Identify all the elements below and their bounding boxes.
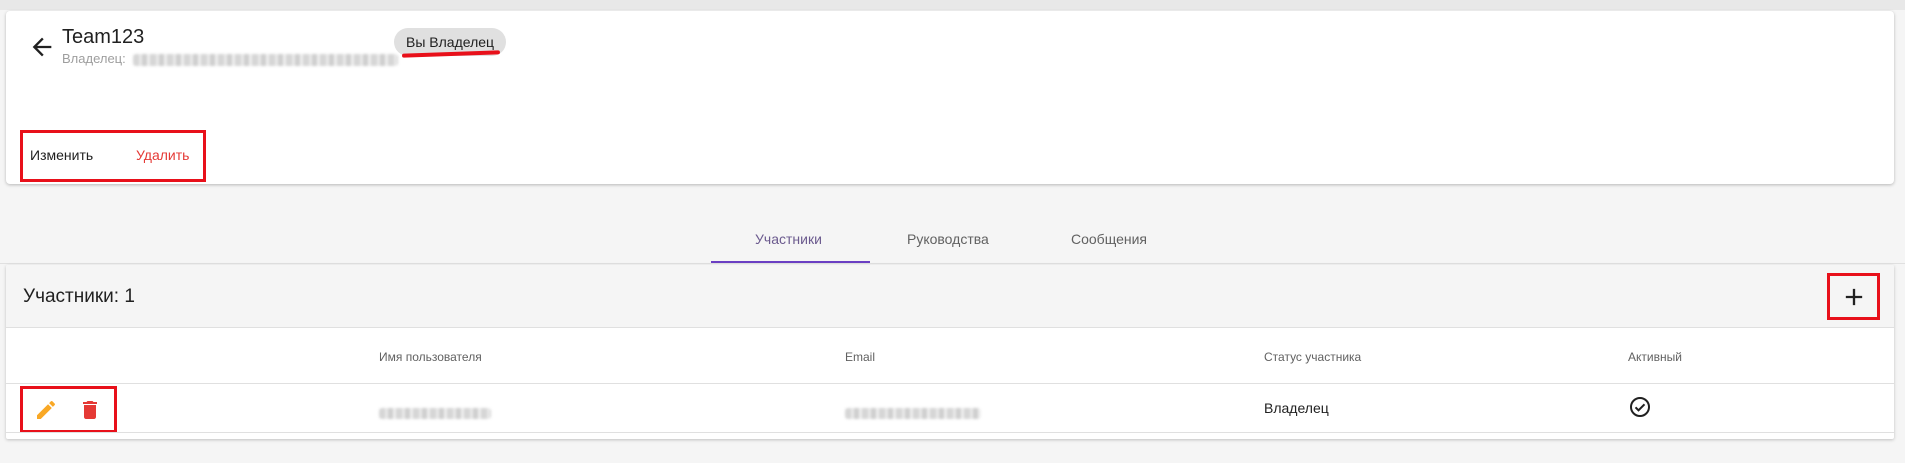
owner-line: Владелец: xyxy=(62,51,399,66)
tabs-divider xyxy=(0,263,1905,264)
top-strip xyxy=(0,0,1905,10)
header-row-divider xyxy=(6,383,1894,384)
active-tab-indicator xyxy=(711,261,870,263)
pencil-icon[interactable] xyxy=(34,398,58,422)
row-divider xyxy=(6,432,1894,433)
tab-guides[interactable]: Руководства xyxy=(907,231,989,247)
email-redacted xyxy=(845,408,981,419)
back-arrow-icon[interactable] xyxy=(28,33,56,61)
check-circle-icon xyxy=(1630,397,1650,417)
team-name: Team123 xyxy=(62,26,145,48)
tab-messages[interactable]: Сообщения xyxy=(1071,231,1147,247)
owner-label: Владелец: xyxy=(62,51,126,66)
members-count-title: Участники: 1 xyxy=(23,286,135,307)
members-card: Участники: 1 Имя пользователя Email Стат… xyxy=(6,265,1894,439)
column-member-status[interactable]: Статус участника xyxy=(1264,350,1361,364)
column-email[interactable]: Email xyxy=(845,350,875,364)
username-redacted xyxy=(379,408,491,419)
tab-members[interactable]: Участники xyxy=(755,231,822,247)
column-username[interactable]: Имя пользователя xyxy=(379,350,482,364)
team-card: Team123 Владелец: Вы Владелец Изменить У… xyxy=(6,11,1894,184)
edit-team-button[interactable]: Изменить xyxy=(30,147,93,163)
column-active[interactable]: Активный xyxy=(1628,350,1682,364)
plus-icon[interactable] xyxy=(1840,283,1868,311)
delete-team-button[interactable]: Удалить xyxy=(136,147,189,163)
members-header: Участники: 1 xyxy=(6,265,1894,328)
owner-email-redacted xyxy=(133,53,399,66)
member-status-value: Владелец xyxy=(1264,400,1329,416)
trash-icon[interactable] xyxy=(78,398,102,422)
